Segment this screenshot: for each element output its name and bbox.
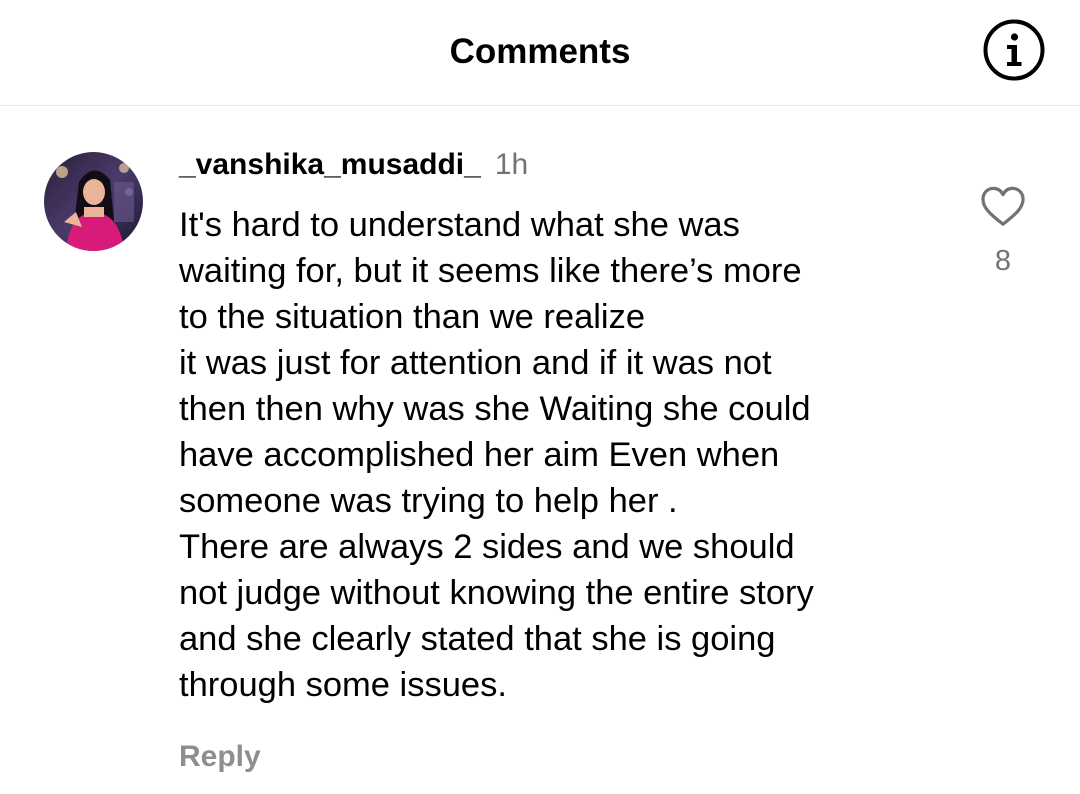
header-bar: Comments — [0, 0, 1080, 106]
heart-outline-icon[interactable] — [980, 186, 1026, 228]
info-button[interactable] — [982, 18, 1046, 82]
like-area: 8 — [970, 186, 1036, 278]
info-icon — [983, 19, 1045, 81]
comments-screen: Comments _vanshika_musaddi_ 1h It's hard… — [0, 0, 1080, 794]
page-title: Comments — [449, 32, 631, 71]
comment-item: _vanshika_musaddi_ 1h It's hard to unders… — [0, 106, 1080, 794]
comment-body: _vanshika_musaddi_ 1h It's hard to unders… — [179, 146, 939, 776]
avatar[interactable] — [44, 152, 143, 251]
profile-photo — [44, 152, 143, 251]
reply-button[interactable]: Reply — [179, 738, 261, 776]
username[interactable]: _vanshika_musaddi_ — [179, 148, 481, 181]
comment-meta: _vanshika_musaddi_ 1h — [179, 146, 939, 184]
like-count: 8 — [994, 245, 1012, 277]
timestamp: 1h — [494, 148, 529, 181]
comment-text: It's hard to understand what she was wai… — [179, 206, 814, 704]
